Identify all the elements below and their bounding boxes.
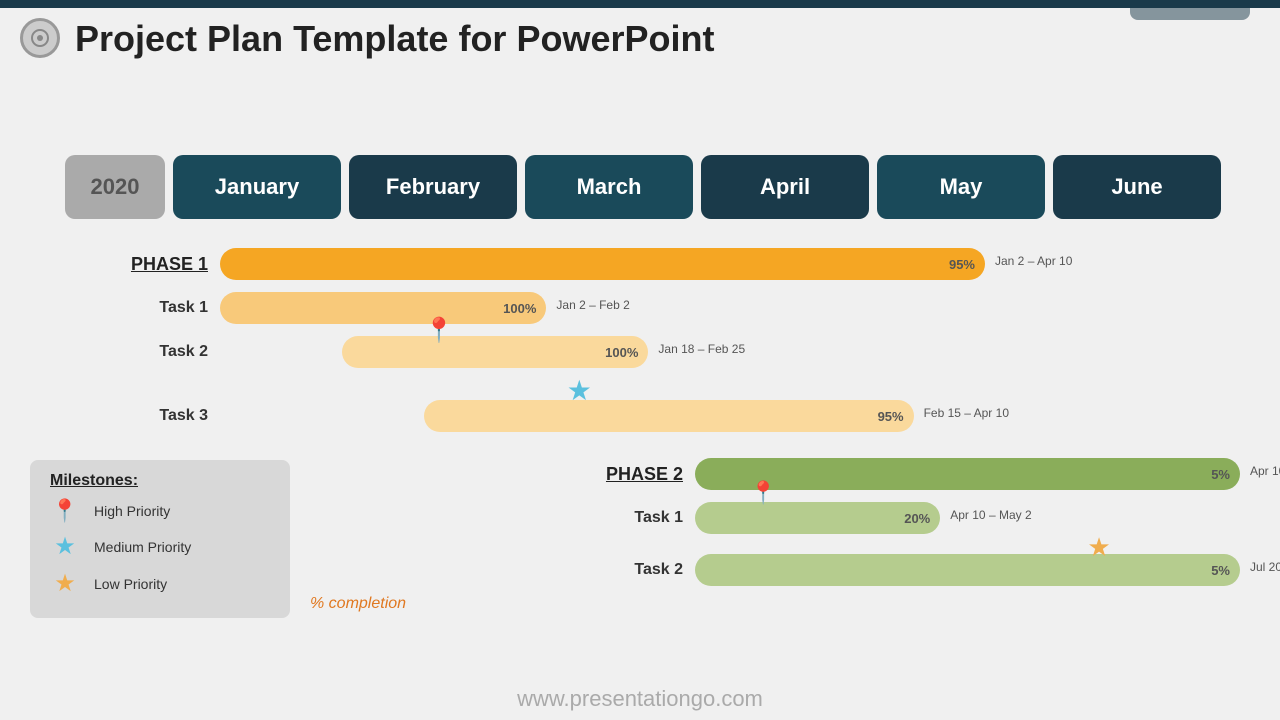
phase1-task3-bar-container: ★ 95% Feb 15 – Apr 10	[220, 400, 1240, 432]
low-priority-legend-icon: ★	[50, 569, 80, 598]
phase1-task2-row: Task 2 📍 100% Jan 18 – Feb 25	[65, 336, 1240, 368]
medium-priority-legend-label: Medium Priority	[94, 539, 191, 555]
phase1-date: Jan 2 – Apr 10	[995, 254, 1072, 268]
phase1-row: PHASE 1 95% Jan 2 – Apr 10	[65, 248, 1240, 280]
phase1-task3-label: Task 3	[65, 407, 220, 425]
month-may: May	[877, 155, 1045, 219]
year-cell: 2020	[65, 155, 165, 219]
month-april: April	[701, 155, 869, 219]
timeline-header: 2020 January February March April May Ju…	[65, 155, 1221, 219]
task3-medium-priority-icon: ★	[567, 374, 592, 407]
phase1-label: PHASE 1	[65, 254, 220, 275]
phase2-date: Apr 10 – Jun 10	[1250, 464, 1280, 478]
phase2-task1-high-priority-icon: 📍	[750, 480, 777, 506]
phase1-task1-bar: 100%	[220, 292, 546, 324]
month-january: January	[173, 155, 341, 219]
phase2-task1-bar: 20%	[695, 502, 940, 534]
task2-high-priority-icon: 📍	[424, 316, 454, 345]
phase2-task2-bar-container: ★ 5% Jul 20 – Jun 10	[695, 554, 1240, 586]
legend-item-medium: ★ Medium Priority	[50, 532, 270, 561]
phase2-task2-bar: 5%	[695, 554, 1240, 586]
top-right-decoration	[1130, 0, 1250, 20]
slide: Project Plan Template for PowerPoint 202…	[0, 0, 1280, 720]
phase1-task2-date: Jan 18 – Feb 25	[658, 342, 745, 356]
medium-priority-legend-icon: ★	[50, 532, 80, 561]
circle-logo	[20, 18, 60, 58]
completion-note: % completion	[310, 595, 406, 613]
legend-box: Milestones: 📍 High Priority ★ Medium Pri…	[30, 460, 290, 618]
high-priority-legend-icon: 📍	[50, 498, 80, 524]
phase2-task2-low-priority-icon: ★	[1087, 532, 1110, 563]
phase1-task2-label: Task 2	[65, 343, 220, 361]
phase1-bar: 95%	[220, 248, 985, 280]
month-february: February	[349, 155, 517, 219]
phase1-task1-date: Jan 2 – Feb 2	[556, 298, 629, 312]
phase1-task3-row: Task 3 ★ 95% Feb 15 – Apr 10	[65, 400, 1240, 432]
page-title: Project Plan Template for PowerPoint	[75, 18, 714, 60]
legend-title: Milestones:	[50, 472, 270, 490]
phase1-task1-label: Task 1	[65, 299, 220, 317]
legend-item-low: ★ Low Priority	[50, 569, 270, 598]
phase1-task3-bar: 95%	[424, 400, 914, 432]
phase1-task2-bar-container: 📍 100% Jan 18 – Feb 25	[220, 336, 1240, 368]
top-bar	[0, 0, 1280, 8]
low-priority-legend-label: Low Priority	[94, 576, 167, 592]
legend-item-high: 📍 High Priority	[50, 498, 270, 524]
phase1-task3-date: Feb 15 – Apr 10	[924, 406, 1009, 420]
phase1-task1-row: Task 1 100% Jan 2 – Feb 2	[65, 292, 1240, 324]
month-june: June	[1053, 155, 1221, 219]
phase2-task1-bar-container: 📍 20% Apr 10 – May 2	[695, 502, 1240, 534]
phase1-task1-bar-container: 100% Jan 2 – Feb 2	[220, 292, 1240, 324]
phase1-bar-container: 95% Jan 2 – Apr 10	[220, 248, 1240, 280]
month-march: March	[525, 155, 693, 219]
phase1-task2-bar: 100%	[342, 336, 648, 368]
phase2-task2-date: Jul 20 – Jun 10	[1250, 560, 1280, 574]
high-priority-legend-label: High Priority	[94, 503, 170, 519]
footer: www.presentationgo.com	[0, 686, 1280, 712]
phase2-task1-date: Apr 10 – May 2	[950, 508, 1031, 522]
